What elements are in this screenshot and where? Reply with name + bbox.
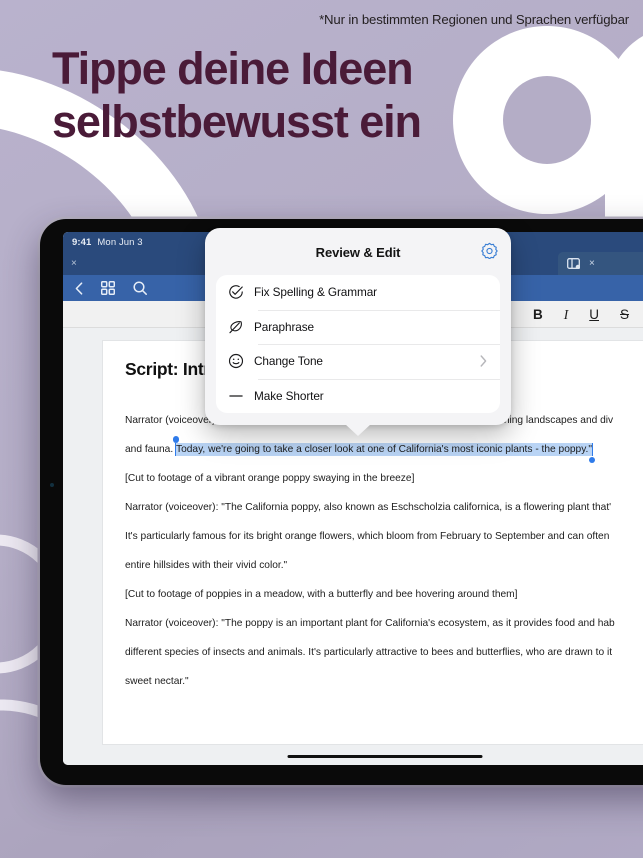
document-paragraph[interactable]: It's particularly famous for its bright …	[125, 522, 643, 551]
menu-item-label: Fix Spelling & Grammar	[254, 285, 378, 300]
smiley-face-icon	[228, 353, 254, 369]
paragraph-text: different species of insects and animals…	[125, 647, 613, 658]
bold-button[interactable]: B	[533, 308, 543, 322]
document-paragraph[interactable]: different species of insects and animals…	[125, 638, 643, 667]
promo-headline: Tippe deine Ideen selbstbewusst ein	[52, 42, 422, 148]
format-tools-group: B I U S	[533, 301, 643, 328]
menu-item-paraphrase[interactable]: Paraphrase	[216, 309, 500, 345]
menu-item-make-shorter[interactable]: Make Shorter	[216, 378, 500, 414]
document-paragraph[interactable]: sweet nectar."	[125, 667, 643, 696]
chevron-left-icon[interactable]	[75, 281, 83, 295]
split-view-icon[interactable]	[567, 258, 580, 269]
gear-icon[interactable]	[481, 242, 498, 259]
popup-menu-list: Fix Spelling & Grammar Paraphrase Change…	[216, 275, 500, 413]
document-paragraph[interactable]: Narrator (voiceover): "The poppy is an i…	[125, 609, 643, 638]
headline-line-1: Tippe deine Ideen	[52, 43, 414, 94]
minus-dash-icon	[228, 388, 254, 404]
menu-item-change-tone[interactable]: Change Tone	[216, 344, 500, 379]
document-paragraph[interactable]: [Cut to footage of a vibrant orange popp…	[125, 464, 643, 493]
promo-disclaimer: *Nur in bestimmten Regionen und Sprachen…	[319, 12, 629, 27]
paragraph-text: Narrator (voiceover): "The poppy is an i…	[125, 618, 615, 629]
underline-button[interactable]: U	[589, 308, 599, 322]
document-paragraph[interactable]: entire hillsides with their vivid color.…	[125, 551, 643, 580]
paragraph-text: [Cut to footage of a vibrant orange popp…	[125, 473, 415, 484]
document-paragraph[interactable]: [Cut to footage of poppies in a meadow, …	[125, 580, 643, 609]
tab-close-left-icon[interactable]: ×	[71, 258, 77, 269]
paragraph-text: Narrator (voiceover): "The California po…	[125, 502, 612, 513]
status-date: Mon Jun 3	[97, 236, 143, 248]
paragraph-text: sweet nectar."	[125, 676, 189, 687]
document-paragraph[interactable]: Narrator (voiceover): "The California po…	[125, 493, 643, 522]
search-icon[interactable]	[133, 281, 147, 295]
home-indicator[interactable]	[287, 754, 483, 758]
feather-quill-icon	[228, 319, 254, 335]
menu-item-label: Paraphrase	[254, 319, 314, 334]
review-and-edit-popup: Review & Edit Fix Spelling & Grammar Par…	[205, 228, 511, 436]
headline-line-2: selbstbewusst ein	[52, 96, 422, 148]
check-circle-icon	[228, 284, 254, 300]
menu-item-fix-spelling-grammar[interactable]: Fix Spelling & Grammar	[216, 275, 500, 310]
chevron-right-icon	[480, 355, 487, 367]
paragraph-text: [Cut to footage of poppies in a meadow, …	[125, 589, 518, 600]
popup-title: Review & Edit	[315, 244, 401, 260]
popup-header: Review & Edit	[216, 239, 500, 265]
menu-item-label: Make Shorter	[254, 388, 324, 403]
tab-close-icon[interactable]: ×	[589, 258, 595, 269]
text-selection[interactable]: Today, we're going to take a closer look…	[176, 443, 592, 456]
paragraph-text: It's particularly famous for its bright …	[125, 531, 610, 542]
strikethrough-button[interactable]: S	[620, 308, 629, 322]
grid-apps-icon[interactable]	[101, 281, 115, 295]
front-camera	[50, 483, 54, 487]
italic-button[interactable]: I	[564, 308, 569, 322]
status-time: 9:41	[72, 236, 92, 248]
menu-item-label: Change Tone	[254, 354, 323, 369]
active-tab[interactable]: ×	[558, 252, 643, 275]
paragraph-text: and fauna.	[125, 444, 174, 455]
document-paragraph-selected[interactable]: and fauna. Today, we're going to take a …	[125, 435, 643, 464]
paragraph-text: entire hillsides with their vivid color.…	[125, 560, 288, 571]
